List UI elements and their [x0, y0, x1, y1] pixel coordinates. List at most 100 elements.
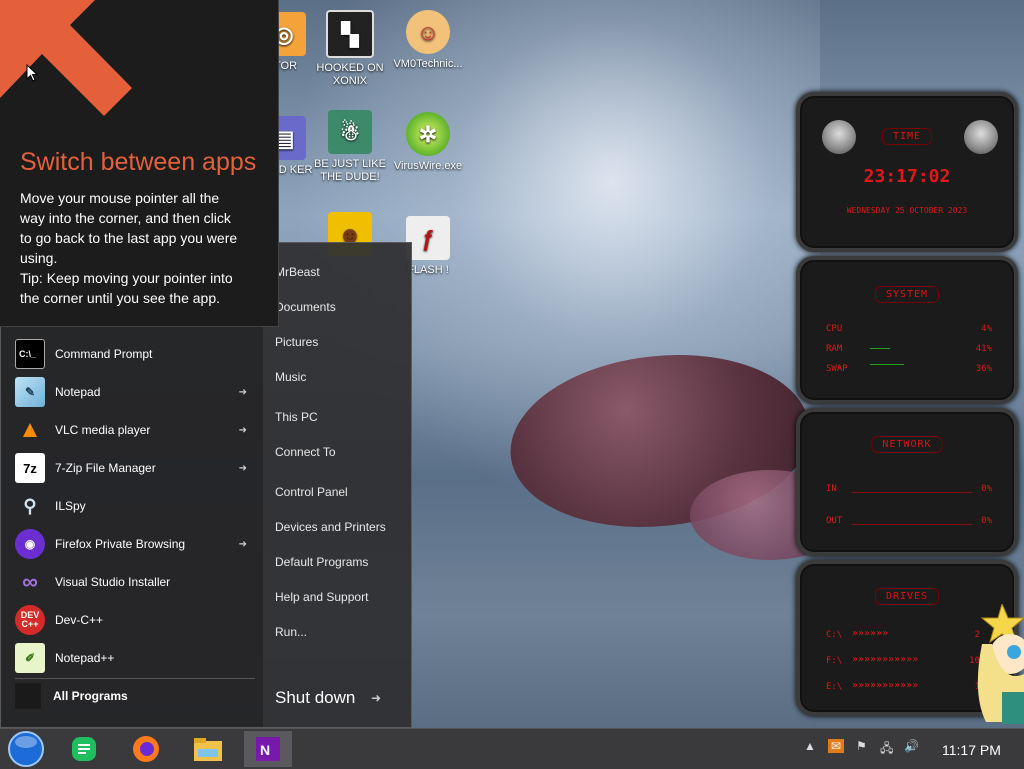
start-item-vs-installer[interactable]: ∞ Visual Studio Installer	[15, 565, 255, 599]
gnome-icon: ☃	[328, 110, 372, 154]
onenote-icon: N	[256, 737, 280, 761]
network-panel: NETWORK IN 0% OUT 0%	[796, 408, 1018, 556]
start-item-notepadpp[interactable]: ✐ Notepad++	[15, 641, 255, 675]
drive-e-bar: »»»»»»»»»»»	[852, 680, 919, 691]
notepadpp-icon: ✐	[15, 643, 45, 673]
net-in-graph	[852, 492, 972, 493]
system-panel-title: SYSTEM	[874, 286, 940, 303]
start-orb-button[interactable]	[2, 731, 50, 767]
taskbar: N ▲ ✉ ⚑ 🖧 🔊 11:17 PM	[0, 728, 1024, 769]
chevron-right-icon[interactable]: ➜	[239, 463, 247, 474]
start-item-vlc[interactable]: ▲ VLC media player ➜	[15, 413, 255, 447]
desktop-icon-be-just-like-the-dude[interactable]: ☃ BE JUST LIKE THE DUDE!	[312, 110, 388, 184]
hint-tip-line: the corner until you see the app.	[20, 290, 221, 306]
start-orb-icon	[8, 731, 44, 767]
mouse-pointer-icon	[26, 64, 38, 82]
flash-file-icon: ƒ	[406, 216, 450, 260]
swap-value: 36%	[975, 364, 992, 374]
all-programs-button[interactable]: All Programs	[15, 683, 128, 709]
hint-line: using.	[20, 250, 58, 266]
start-link-default-programs[interactable]: Default Programs	[275, 555, 368, 569]
time-panel-title: TIME	[881, 128, 933, 145]
hint-title: Switch between apps	[20, 148, 257, 176]
taskbar-firefox-button[interactable]	[122, 731, 170, 767]
chevron-right-icon[interactable]: ➜	[239, 425, 247, 436]
drive-c-label: C:\	[826, 630, 843, 640]
cpu-value: 4%	[981, 324, 992, 334]
time-panel: TIME 23:17:02 WEDNESDAY 25 OCTOBER 2023	[796, 92, 1018, 252]
chevron-right-icon[interactable]: ➜	[239, 387, 247, 398]
taskbar-sheets-button[interactable]	[60, 731, 108, 767]
start-link-run[interactable]: Run...	[275, 625, 307, 639]
hint-tip-line: Tip: Keep moving your pointer into	[20, 270, 233, 286]
taskbar-onenote-button[interactable]: N	[244, 731, 292, 767]
firefox-private-icon: ◉	[15, 529, 45, 559]
desktop-icon-label: VirusWire.exe	[393, 160, 463, 172]
desktop-icon-vm0technic[interactable]: ☺ VM0Technic...	[390, 10, 466, 71]
desktop-icon-label: FLASH !	[407, 264, 449, 276]
desktop-icon-label: BE JUST LIKE THE DUDE!	[314, 158, 386, 183]
drive-e-label: E:\	[826, 682, 843, 692]
start-link-pictures[interactable]: Pictures	[275, 335, 318, 349]
cartoon-character-image	[977, 604, 1024, 724]
start-item-firefox-private[interactable]: ◉ Firefox Private Browsing ➜	[15, 527, 255, 561]
start-link-control-panel[interactable]: Control Panel	[275, 485, 348, 499]
start-item-devcpp[interactable]: DEV C++ Dev-C++	[15, 603, 255, 637]
volume-icon[interactable]: 🔊	[904, 739, 919, 753]
drive-f-label: F:\	[826, 656, 843, 666]
shutdown-options-arrow-icon[interactable]: ➜	[371, 691, 381, 705]
start-item-label: Dev-C++	[55, 613, 104, 627]
shutdown-button[interactable]: Shut down	[275, 688, 355, 708]
7zip-icon: 7z	[15, 453, 45, 483]
taskbar-clock[interactable]: 11:17 PM	[942, 742, 1001, 758]
cpu-label: CPU	[826, 324, 843, 334]
start-link-mrbeast[interactable]: MrBeast	[275, 265, 320, 279]
start-item-7zip[interactable]: 7z 7-Zip File Manager ➜	[15, 451, 255, 485]
devcpp-icon: DEV C++	[15, 605, 45, 635]
desktop-icon-viruswire[interactable]: ✲ VirusWire.exe	[390, 112, 466, 173]
tray-show-hidden-icon[interactable]: ▲	[804, 739, 816, 753]
drive-c-bar: »»»»»»	[852, 628, 889, 639]
start-link-music[interactable]: Music	[275, 370, 306, 384]
drives-panel-title: DRIVES	[874, 588, 940, 605]
tray-app-icon[interactable]: ✉	[828, 739, 845, 753]
hint-line: way into the corner, and then click	[20, 210, 231, 226]
desktop-icon-hooked-on-xonix[interactable]: ▚ HOOKED ON XONIX	[312, 10, 388, 88]
hint-line: to go back to the last app you were	[20, 230, 238, 246]
vlc-cone-icon: ▲	[18, 416, 42, 443]
sheets-icon	[72, 737, 96, 761]
action-center-flag-icon[interactable]: ⚑	[856, 739, 867, 753]
swap-label: SWAP	[826, 364, 848, 374]
net-out-label: OUT	[826, 516, 843, 526]
start-link-devices-printers[interactable]: Devices and Printers	[275, 520, 386, 534]
doctor-icon: ☺	[406, 10, 450, 54]
start-item-notepad[interactable]: ✎ Notepad ➜	[15, 375, 255, 409]
time-readout: 23:17:02	[863, 166, 951, 187]
network-icon[interactable]: 🖧	[880, 739, 893, 760]
desktop-icon-label: HOOKED ON XONIX	[316, 62, 384, 87]
alien-head-icon	[822, 120, 856, 154]
start-item-ilspy[interactable]: ⚲ ILSpy	[15, 489, 255, 523]
terminal-icon: C:\_	[15, 339, 45, 369]
file-explorer-icon	[194, 738, 222, 761]
ram-usage-bar	[870, 348, 890, 349]
desktop-icon-label: VM0Technic...	[393, 58, 463, 70]
start-link-help-support[interactable]: Help and Support	[275, 590, 368, 604]
start-item-label: ILSpy	[55, 499, 86, 513]
xonix-icon: ▚	[326, 10, 374, 58]
ilspy-icon: ⚲	[23, 495, 37, 516]
divider	[15, 678, 255, 679]
chevron-right-icon[interactable]: ➜	[239, 539, 247, 550]
corner-arrow-icon	[0, 0, 132, 116]
start-item-command-prompt[interactable]: C:\_ Command Prompt	[15, 337, 255, 371]
start-link-documents[interactable]: Documents	[275, 300, 336, 314]
taskbar-file-explorer-button[interactable]	[184, 731, 232, 767]
swap-usage-bar	[870, 364, 904, 365]
start-item-label: Notepad++	[55, 651, 115, 665]
start-link-connect-to[interactable]: Connect To	[275, 445, 336, 459]
vs-installer-icon: ∞	[22, 569, 38, 594]
start-link-this-pc[interactable]: This PC	[275, 410, 318, 424]
switch-apps-hint: Switch between apps Move your mouse poin…	[0, 0, 279, 327]
lime-icon: ✲	[406, 112, 450, 156]
net-in-value: 0%	[981, 484, 992, 494]
